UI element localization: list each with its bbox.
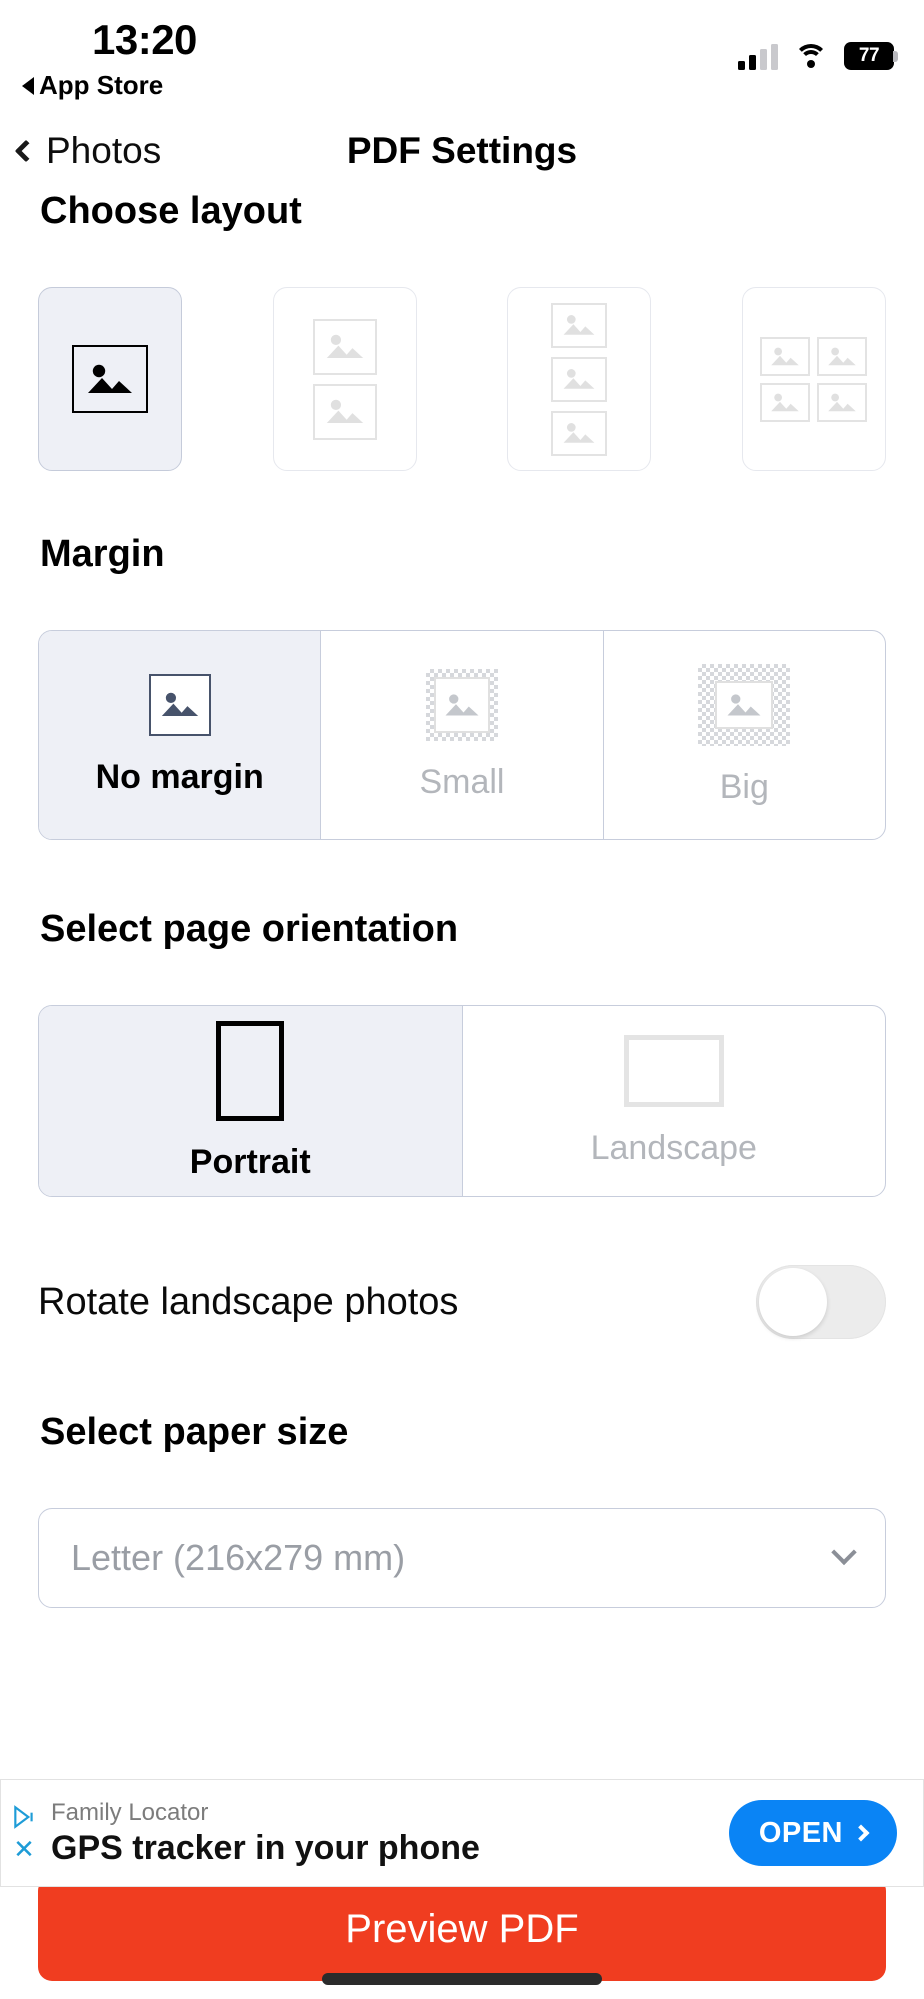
photo-placeholder [760,336,811,376]
margin-option-label: No margin [95,757,264,796]
paper-size-select[interactable]: Letter (216x279 mm) [38,1508,886,1608]
battery-tip [893,51,898,62]
rotate-landscape-row: Rotate landscape photos [38,1265,886,1339]
back-button[interactable]: Photos [14,112,162,190]
margin-option-label: Big [719,767,769,806]
triangle-left-icon [22,76,34,95]
orientation-segmented-control: Portrait Landscape [38,1005,886,1197]
settings-content: Choose layout Margin No margin Small Big… [0,190,924,1608]
image-icon [88,364,132,393]
wifi-icon [794,44,828,70]
image-icon [771,347,800,365]
home-indicator [322,1973,602,1985]
chevron-down-icon [831,1539,857,1566]
orientation-option-label: Portrait [189,1142,311,1181]
photo-stack [312,318,377,440]
small-margin-icon [426,669,498,741]
photo-placeholder [551,410,608,456]
image-icon [161,692,198,717]
photo-placeholder [551,356,608,402]
image-icon [563,423,595,443]
photo-placeholder [72,345,148,413]
image-icon [727,693,761,715]
image-icon [326,334,363,359]
pdf-settings-screen: 13:20 App Store 77 PDF Settings Photos C… [0,0,924,1999]
chevron-right-icon [852,1824,870,1842]
margin-option-no-margin[interactable]: No margin [39,631,322,839]
chevron-left-icon [14,139,38,163]
photo-placeholder [760,382,811,422]
no-margin-icon [148,673,211,736]
close-icon[interactable]: ✕ [13,1836,35,1862]
ad-banner[interactable]: ✕ Family Locator GPS tracker in your pho… [0,1779,924,1887]
ad-advertiser-name: Family Locator [51,1798,209,1826]
photo-placeholder [551,302,608,348]
preview-pdf-label: Preview PDF [345,1906,579,1951]
layout-option-two-photos[interactable] [272,287,417,471]
margin-option-small[interactable]: Small [321,631,604,839]
battery-icon: 77 [844,42,898,70]
image-icon [563,369,595,389]
photo-placeholder [312,383,377,440]
photo-placeholder [817,382,868,422]
image-icon [828,393,857,411]
photo-placeholder [312,318,377,375]
image-icon [445,693,479,715]
portrait-page-icon [216,1020,285,1121]
margin-title: Margin [40,533,165,575]
back-button-label: Photos [46,130,162,171]
big-margin-icon [698,664,790,746]
photo-stack [551,302,608,456]
photo-grid [760,336,868,422]
status-bar: 13:20 App Store 77 [0,0,924,112]
image-icon [326,399,363,424]
ad-marks: ✕ [1,1780,47,1886]
rotate-landscape-toggle[interactable] [756,1265,886,1339]
layout-option-three-photos[interactable] [507,287,652,471]
margin-option-big[interactable]: Big [604,631,885,839]
adchoices-icon[interactable] [11,1804,37,1830]
image-icon [563,315,595,335]
photo-placeholder [817,336,868,376]
orientation-option-portrait[interactable]: Portrait [39,1006,463,1196]
paper-size-value: Letter (216x279 mm) [71,1537,406,1578]
ad-headline: GPS tracker in your phone [51,1828,480,1867]
preview-pdf-button[interactable]: Preview PDF [38,1877,886,1981]
layout-option-one-photo[interactable] [38,287,182,471]
status-bar-indicators: 77 [738,36,898,70]
margin-segmented-control: No margin Small Big [38,630,886,840]
orientation-option-label: Landscape [590,1128,757,1167]
rotate-landscape-label: Rotate landscape photos [38,1280,459,1323]
nav-bar: PDF Settings Photos [0,112,924,190]
layout-options [0,287,924,471]
ad-open-label: OPEN [758,1816,843,1849]
cellular-signal-icon [738,44,778,70]
orientation-title: Select page orientation [40,908,459,950]
orientation-option-landscape[interactable]: Landscape [463,1006,886,1196]
battery-percent-label: 77 [858,45,880,66]
image-icon [771,393,800,411]
status-bar-time: 13:20 [92,16,197,63]
landscape-page-icon [623,1034,724,1107]
layout-option-four-photos[interactable] [741,287,886,471]
choose-layout-title: Choose layout [40,190,302,232]
toggle-knob [759,1268,827,1336]
status-bar-back-app-label: App Store [39,70,164,100]
ad-text: Family Locator GPS tracker in your phone [47,1799,729,1868]
margin-option-label: Small [419,762,505,801]
status-bar-back-to-app[interactable]: App Store [22,70,163,101]
paper-size-title: Select paper size [40,1411,349,1453]
ad-open-button[interactable]: OPEN [728,1800,897,1866]
image-icon [828,347,857,365]
